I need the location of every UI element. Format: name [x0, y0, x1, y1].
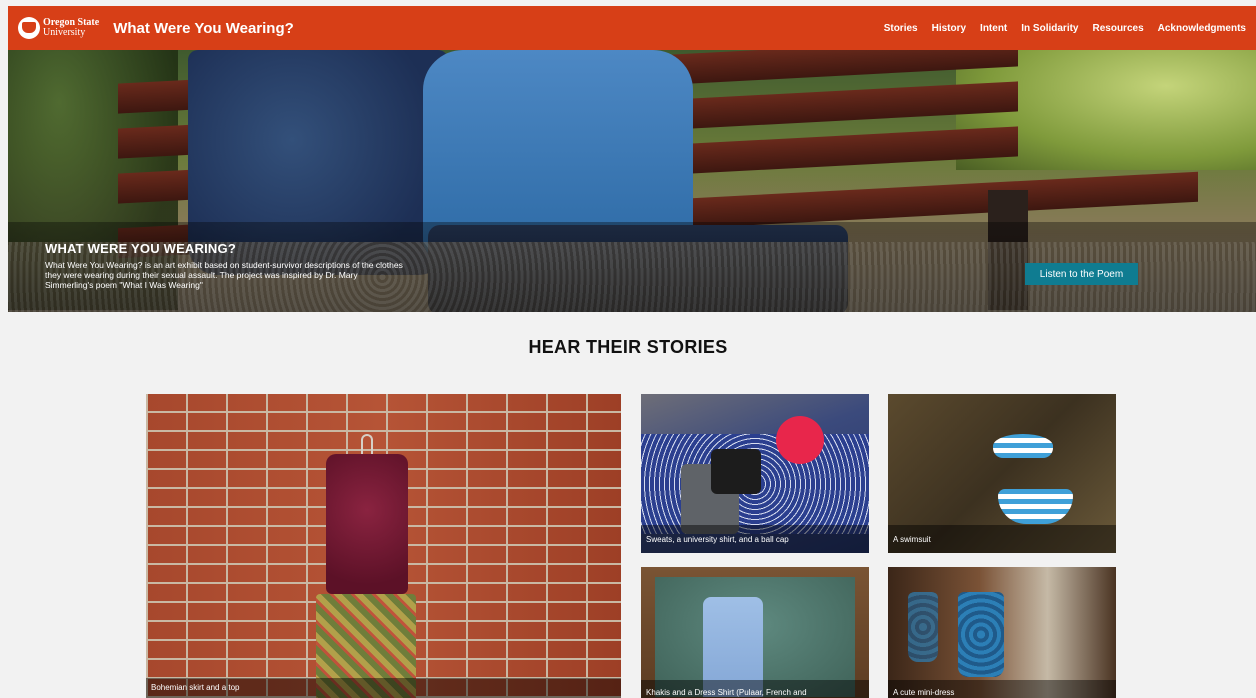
listen-to-poem-button[interactable]: Listen to the Poem	[1025, 263, 1138, 285]
story-image-top	[326, 454, 408, 594]
story-image-bikini-bottom	[998, 489, 1073, 524]
main-nav: Stories History Intent In Solidarity Res…	[870, 23, 1246, 34]
hanger-icon	[361, 434, 373, 454]
story-caption: Khakis and a Dress Shirt (Pulaar, French…	[641, 680, 869, 698]
hero-description: What Were You Wearing? is an art exhibit…	[45, 260, 403, 290]
nav-link-stories[interactable]: Stories	[884, 23, 918, 34]
story-card-mini-dress[interactable]: A cute mini-dress	[888, 567, 1116, 698]
logo-line2: University	[43, 27, 86, 38]
story-card-khakis-dress-shirt[interactable]: Khakis and a Dress Shirt (Pulaar, French…	[641, 567, 869, 698]
story-caption: Bohemian skirt and a top	[146, 678, 621, 698]
story-caption: Sweats, a university shirt, and a ball c…	[641, 525, 869, 553]
story-image-shirt	[711, 449, 761, 494]
top-navigation-bar: Oregon State University What Were You We…	[8, 6, 1256, 50]
story-caption: A swimsuit	[888, 525, 1116, 553]
stories-heading: HEAR THEIR STORIES	[528, 337, 728, 357]
story-image-pillow	[776, 416, 824, 464]
story-caption: A cute mini-dress	[888, 680, 1116, 698]
story-card-swimsuit[interactable]: A swimsuit	[888, 394, 1116, 553]
nav-link-in-solidarity[interactable]: In Solidarity	[1021, 23, 1078, 34]
hero-banner: WHAT WERE YOU WEARING? What Were You Wea…	[8, 50, 1256, 312]
nav-link-resources[interactable]: Resources	[1093, 23, 1144, 34]
nav-link-history[interactable]: History	[932, 23, 966, 34]
story-image-bikini-top	[993, 434, 1053, 458]
hero-title: WHAT WERE YOU WEARING?	[45, 241, 236, 256]
logo-text: Oregon State University	[43, 18, 99, 38]
story-image-dress-reflection	[908, 592, 938, 662]
osu-seal-icon	[18, 17, 40, 39]
nav-link-intent[interactable]: Intent	[980, 23, 1007, 34]
nav-link-acknowledgments[interactable]: Acknowledgments	[1158, 23, 1246, 34]
site-title[interactable]: What Were You Wearing?	[113, 20, 294, 37]
story-card-bohemian-skirt[interactable]: Bohemian skirt and a top	[146, 394, 621, 698]
story-card-sweats[interactable]: Sweats, a university shirt, and a ball c…	[641, 394, 869, 553]
osu-logo[interactable]: Oregon State University	[18, 17, 99, 39]
story-image-mini-dress	[958, 592, 1004, 677]
